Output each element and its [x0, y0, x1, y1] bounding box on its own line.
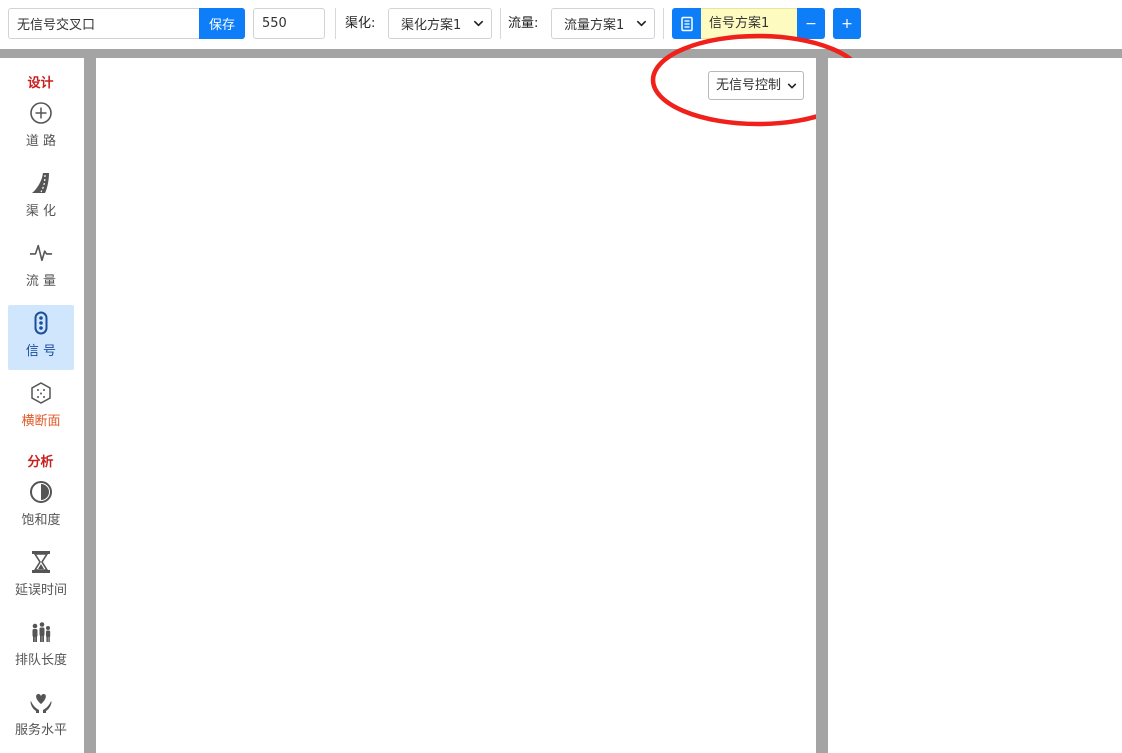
sidebar-item-label: 服务水平	[14, 723, 67, 738]
channelization-label: 渠化:	[345, 16, 376, 31]
crosshair-icon	[29, 101, 53, 125]
chevron-down-icon	[474, 20, 483, 27]
hourglass-icon	[29, 550, 53, 574]
toolbar-divider	[500, 8, 501, 39]
cube-icon	[29, 381, 53, 405]
design-section-title: 设计	[27, 76, 54, 91]
sidebar-item-cross-section[interactable]: 横断面	[8, 375, 74, 440]
sidebar-item-label: 流 量	[25, 274, 57, 289]
top-toolbar: 保存 渠化: 渠化方案1 流量: 流量方案1 信号方案1 − +	[0, 0, 1122, 49]
sidebar-item-label: 饱和度	[21, 513, 61, 528]
sidebar-item-channelization[interactable]: 渠 化	[8, 165, 74, 230]
sidebar-item-saturation[interactable]: 饱和度	[8, 474, 74, 539]
flow-label: 流量:	[508, 16, 539, 31]
document-icon	[680, 16, 693, 31]
flow-select-value: 流量方案1	[564, 18, 625, 33]
half-circle-icon	[29, 480, 53, 504]
people-icon	[29, 620, 53, 644]
sidebar-item-flow[interactable]: 流 量	[8, 235, 74, 300]
number-input[interactable]	[253, 8, 325, 39]
toolbar-bottom-rule	[0, 49, 1122, 58]
design-canvas[interactable]: 无信号控制	[96, 58, 816, 753]
sidebar-item-label: 横断面	[21, 414, 61, 429]
sidebar-item-queue[interactable]: 排队长度	[8, 614, 74, 679]
sidebar-item-service-level[interactable]: 服务水平	[8, 684, 74, 749]
sidebar-item-label: 道 路	[25, 134, 57, 149]
sidebar-item-road[interactable]: 道 路	[8, 95, 74, 160]
sidebar-item-label: 延误时间	[14, 583, 67, 598]
sidebar-divider[interactable]	[84, 58, 96, 753]
chevron-down-icon	[637, 20, 646, 27]
sidebar-item-signal[interactable]: 信 号	[8, 305, 74, 370]
flow-select[interactable]: 流量方案1	[551, 8, 655, 39]
sidebar-item-delay[interactable]: 延误时间	[8, 544, 74, 609]
traffic-light-icon	[29, 311, 53, 335]
intersection-name-input[interactable]	[8, 8, 200, 39]
pulse-icon	[29, 241, 53, 265]
heart-hands-icon	[29, 690, 53, 714]
left-sidebar: 设计 道 路 渠 化 流 量 信 号 横断面 分析 饱和度 延误时间 排队长度 …	[0, 58, 84, 753]
toolbar-divider	[335, 8, 336, 39]
save-button[interactable]: 保存	[199, 8, 245, 39]
channelization-select-value: 渠化方案1	[401, 18, 462, 33]
sidebar-item-label: 渠 化	[25, 204, 57, 219]
channelization-select[interactable]: 渠化方案1	[388, 8, 492, 39]
sidebar-item-label: 排队长度	[14, 653, 67, 668]
analysis-section-title: 分析	[27, 455, 54, 470]
panel-divider[interactable]	[816, 58, 828, 753]
sidebar-item-label: 信 号	[25, 344, 57, 359]
road-curve-icon	[29, 171, 53, 195]
right-panel	[828, 58, 1122, 753]
